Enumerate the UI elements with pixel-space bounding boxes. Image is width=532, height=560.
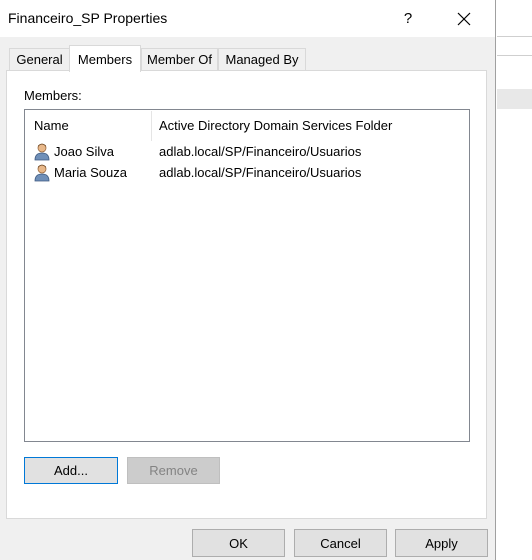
ok-button[interactable]: OK	[192, 529, 285, 557]
help-icon: ?	[403, 10, 413, 27]
member-folder: adlab.local/SP/Financeiro/Usuarios	[159, 144, 362, 159]
properties-dialog: Financeiro_SP Properties ? General Membe…	[0, 0, 496, 560]
background-window-row	[497, 89, 532, 109]
tab-member-of[interactable]: Member Of	[141, 48, 218, 70]
column-divider[interactable]	[151, 111, 152, 141]
remove-button[interactable]: Remove	[127, 457, 220, 484]
cancel-button-label: Cancel	[320, 535, 361, 551]
column-header-name[interactable]: Name	[34, 118, 69, 133]
add-button-label: Add...	[54, 463, 88, 478]
close-icon	[457, 12, 471, 25]
ok-button-label: OK	[229, 535, 248, 551]
column-header-folder[interactable]: Active Directory Domain Services Folder	[159, 118, 392, 133]
tab-member-of-label: Member Of	[146, 52, 212, 67]
member-name: Maria Souza	[54, 165, 127, 180]
tab-general-label: General	[16, 52, 63, 67]
add-button[interactable]: Add...	[24, 457, 118, 484]
close-button[interactable]	[441, 0, 487, 37]
members-list[interactable]: Name Active Directory Domain Services Fo…	[24, 109, 470, 442]
background-window-edge	[497, 36, 532, 37]
help-button[interactable]: ?	[385, 0, 431, 37]
remove-button-label: Remove	[149, 463, 198, 478]
user-icon	[34, 164, 50, 182]
background-window-divider	[497, 55, 532, 56]
members-label: Members:	[24, 88, 82, 103]
tab-managed-by[interactable]: Managed By	[218, 48, 306, 70]
list-item[interactable]: Maria Souza adlab.local/SP/Financeiro/Us…	[25, 163, 465, 183]
list-item[interactable]: Joao Silva adlab.local/SP/Financeiro/Usu…	[25, 142, 465, 162]
apply-button[interactable]: Apply	[395, 529, 488, 557]
tab-members[interactable]: Members	[69, 45, 141, 72]
tab-general[interactable]: General	[9, 48, 70, 70]
title-bar[interactable]: Financeiro_SP Properties ?	[0, 0, 495, 37]
user-icon	[34, 143, 50, 161]
member-folder: adlab.local/SP/Financeiro/Usuarios	[159, 165, 362, 180]
window-title: Financeiro_SP Properties	[8, 10, 168, 26]
cancel-button[interactable]: Cancel	[294, 529, 387, 557]
tab-managed-by-label: Managed By	[225, 52, 299, 67]
apply-button-label: Apply	[425, 535, 458, 551]
tab-members-label: Members	[77, 51, 133, 67]
member-name: Joao Silva	[54, 144, 114, 159]
